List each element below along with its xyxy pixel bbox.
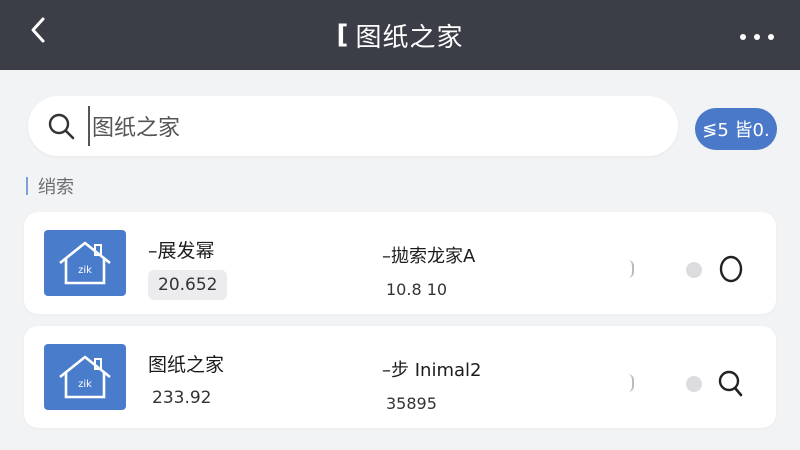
result-card[interactable]: zik 图纸之家 233.92 –步 Inimal2 35895 — [24, 326, 776, 428]
bracket-mark-icon — [628, 260, 634, 278]
more-dot-icon — [740, 34, 746, 40]
search-button[interactable]: ≶5 皆0. — [695, 108, 777, 150]
bracket-mark-icon — [628, 374, 634, 392]
page-title: [ 图纸之家 — [0, 0, 800, 70]
result-card[interactable]: zik –展发幂 20.652 –拋索龙家A 10.8 10 — [24, 212, 776, 314]
svg-text:zik: zik — [78, 265, 92, 276]
more-dot-icon — [768, 34, 774, 40]
status-dot-icon — [686, 262, 702, 278]
search-icon[interactable] — [716, 368, 746, 398]
section-header: 绡索 — [26, 174, 74, 198]
more-options-button[interactable] — [740, 30, 774, 44]
result-subtitle: –步 Inimal2 — [382, 360, 482, 381]
top-bar: [ 图纸之家 — [0, 0, 800, 70]
house-icon: zik — [44, 344, 126, 410]
house-icon: zik — [44, 230, 126, 296]
title-bracket: [ — [336, 20, 350, 50]
result-subvalue: 35895 — [386, 394, 437, 413]
status-dot-icon — [686, 376, 702, 392]
section-label: 绡索 — [38, 177, 74, 198]
svg-text:zik: zik — [78, 379, 92, 390]
result-value-badge: 20.652 — [148, 270, 228, 300]
result-subtitle: –拋索龙家A — [382, 246, 476, 267]
search-bar[interactable] — [28, 96, 678, 156]
search-input[interactable] — [88, 106, 648, 146]
result-value: 233.92 — [152, 388, 212, 408]
search-icon — [46, 111, 76, 141]
title-text: 图纸之家 — [355, 22, 464, 53]
result-name: 图纸之家 — [148, 354, 225, 376]
circle-icon[interactable] — [716, 254, 746, 284]
more-dot-icon — [754, 34, 760, 40]
section-accent-bar — [26, 177, 28, 195]
result-name: –展发幂 — [148, 240, 215, 262]
result-subvalue: 10.8 10 — [386, 280, 448, 299]
